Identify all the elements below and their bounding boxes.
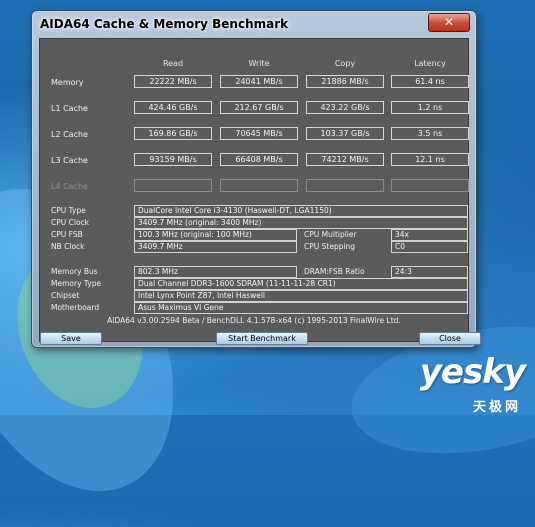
memory-bus-label: Memory Bus	[51, 267, 98, 276]
row-label-l4-cache: L4 Cache	[51, 182, 88, 191]
chipset-label: Chipset	[51, 291, 80, 300]
save-button[interactable]: Save	[40, 332, 102, 345]
version-footer: AIDA64 v3.00.2594 Beta / BenchDLL 4.1.57…	[107, 316, 401, 325]
watermark-logo-text: yesky	[419, 352, 526, 392]
cpu-multiplier-label: CPU Multiplier	[304, 230, 357, 239]
memory-type-value: Dual Channel DDR3-1600 SDRAM (11-11-11-2…	[134, 278, 468, 290]
row-label-l3-cache: L3 Cache	[51, 156, 88, 165]
dram-fsb-ratio-value: 24:3	[391, 266, 468, 278]
l2-latency-value: 3.5 ns	[391, 127, 469, 140]
cpu-fsb-label: CPU FSB	[51, 230, 83, 239]
close-window-button[interactable]: ✕	[428, 13, 470, 32]
row-label-l2-cache: L2 Cache	[51, 130, 88, 139]
l4-copy-value	[306, 179, 384, 192]
cpu-stepping-label: CPU Stepping	[304, 242, 356, 251]
memory-bus-value: 802.3 MHz	[134, 266, 297, 278]
motherboard-label: Motherboard	[51, 303, 100, 312]
l1-read-value: 424.46 GB/s	[134, 101, 212, 114]
l3-copy-value: 74212 MB/s	[306, 153, 384, 166]
column-header-read: Read	[162, 59, 184, 68]
l1-write-value: 212.67 GB/s	[220, 101, 298, 114]
memory-copy-value: 21886 MB/s	[306, 75, 384, 88]
l3-latency-value: 12.1 ns	[391, 153, 469, 166]
benchmark-window: AIDA64 Cache & Memory Benchmark ✕ Read W…	[31, 10, 481, 348]
cpu-clock-label: CPU Clock	[51, 218, 90, 227]
cpu-type-value: DualCore Intel Core i3-4130 (Haswell-DT,…	[134, 205, 468, 217]
row-label-memory: Memory	[51, 78, 84, 87]
nb-clock-value: 3409.7 MHz	[134, 241, 297, 253]
l2-copy-value: 103.37 GB/s	[306, 127, 384, 140]
column-header-latency: Latency	[414, 59, 446, 68]
nb-clock-label: NB Clock	[51, 242, 85, 251]
l1-latency-value: 1.2 ns	[391, 101, 469, 114]
l1-copy-value: 423.22 GB/s	[306, 101, 384, 114]
cpu-clock-value: 3409.7 MHz (original: 3400 MHz)	[134, 217, 468, 229]
l4-write-value	[220, 179, 298, 192]
l3-read-value: 93159 MB/s	[134, 153, 212, 166]
start-benchmark-button[interactable]: Start Benchmark	[216, 332, 308, 345]
column-header-write: Write	[248, 59, 270, 68]
l4-read-value	[134, 179, 212, 192]
cpu-stepping-value: C0	[391, 241, 468, 253]
yesky-watermark: yesky 天极网	[419, 352, 526, 415]
motherboard-value: Asus Maximus VI Gene	[134, 302, 468, 314]
memory-latency-value: 61.4 ns	[391, 75, 469, 88]
results-panel: Read Write Copy Latency Memory 22222 MB/…	[39, 38, 481, 345]
row-label-l1-cache: L1 Cache	[51, 104, 88, 113]
cpu-multiplier-value: 34x	[391, 229, 468, 241]
watermark-sub-text: 天极网	[472, 400, 521, 415]
cpu-type-label: CPU Type	[51, 206, 86, 215]
column-header-copy: Copy	[334, 59, 356, 68]
title-bar[interactable]: AIDA64 Cache & Memory Benchmark ✕	[32, 11, 476, 37]
dram-fsb-ratio-label: DRAM:FSB Ratio	[304, 267, 365, 276]
memory-read-value: 22222 MB/s	[134, 75, 212, 88]
memory-type-label: Memory Type	[51, 279, 102, 288]
close-button[interactable]: Close	[419, 332, 481, 345]
window-title: AIDA64 Cache & Memory Benchmark	[40, 17, 289, 31]
chipset-value: Intel Lynx Point Z87, Intel Haswell	[134, 290, 468, 302]
l3-write-value: 66408 MB/s	[220, 153, 298, 166]
l2-read-value: 169.86 GB/s	[134, 127, 212, 140]
l4-latency-value	[391, 179, 469, 192]
cpu-fsb-value: 100.3 MHz (original: 100 MHz)	[134, 229, 297, 241]
l2-write-value: 70645 MB/s	[220, 127, 298, 140]
memory-write-value: 24041 MB/s	[220, 75, 298, 88]
